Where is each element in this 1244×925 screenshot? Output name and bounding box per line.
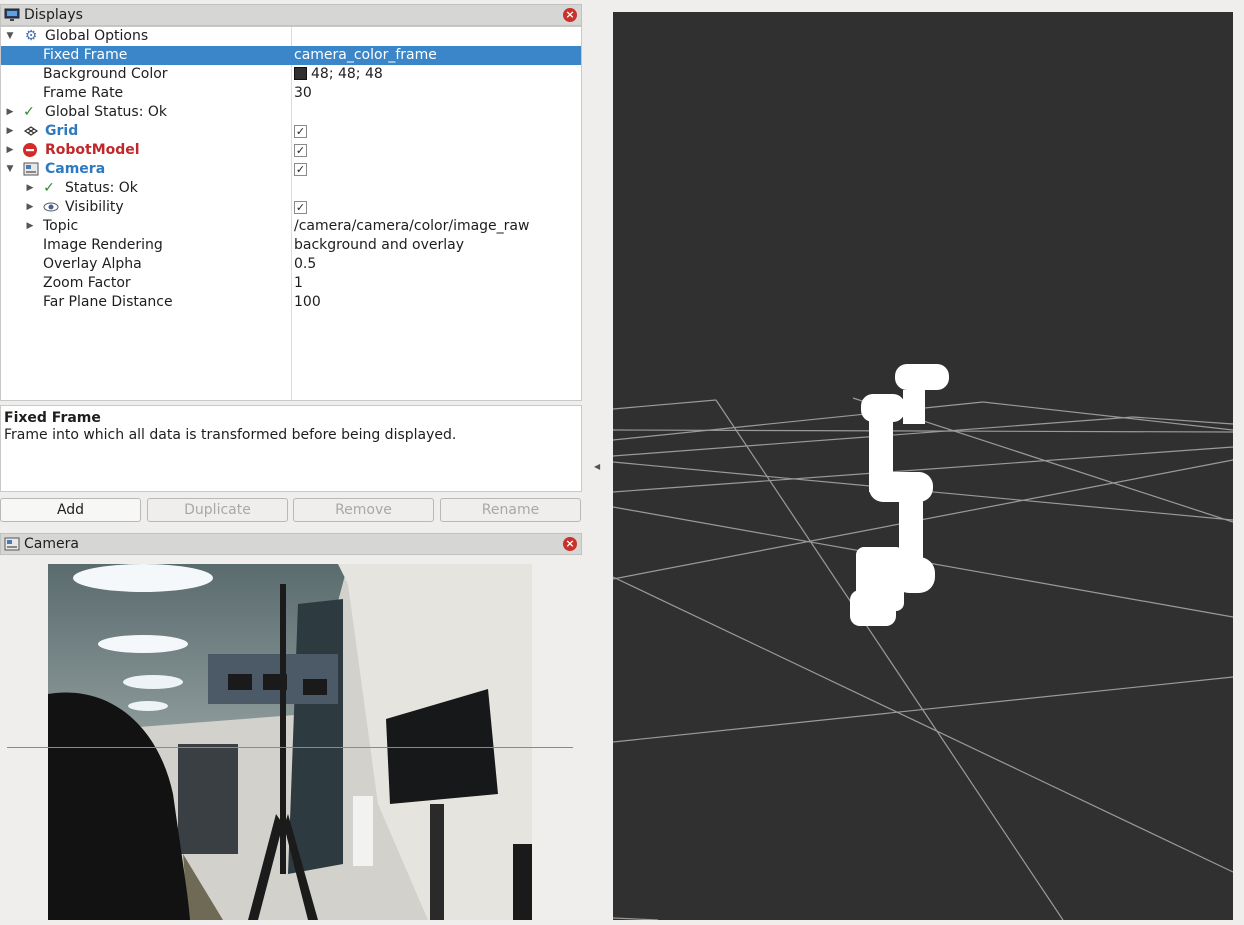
tree-item-label: Global Status: Ok xyxy=(45,104,168,120)
close-icon[interactable]: × xyxy=(563,8,577,22)
monitor-icon xyxy=(4,8,20,21)
tree-item-label: Visibility xyxy=(65,199,124,215)
zoom-factor-value[interactable]: 1 xyxy=(294,274,303,293)
tree-item-image-rendering[interactable]: Image Rendering background and overlay xyxy=(1,236,581,255)
tree-item-fixed-frame[interactable]: Fixed Frame camera_color_frame xyxy=(1,46,581,65)
expand-arrow-icon[interactable]: ▶ xyxy=(25,217,35,236)
tree-item-visibility[interactable]: ▶ Visibility ✓ xyxy=(1,198,581,217)
tree-item-camera[interactable]: ▼ Camera ✓ xyxy=(1,160,581,179)
description-text: Frame into which all data is transformed… xyxy=(4,427,457,443)
fixed-frame-value[interactable]: camera_color_frame xyxy=(294,46,437,65)
tree-item-label: Status: Ok xyxy=(65,180,138,196)
camera-horizon-line xyxy=(7,747,573,748)
overlay-alpha-value[interactable]: 0.5 xyxy=(294,255,316,274)
tree-item-label: Zoom Factor xyxy=(43,275,131,291)
tree-item-label: Global Options xyxy=(45,28,149,44)
tree-item-label: Far Plane Distance xyxy=(43,294,173,310)
error-icon xyxy=(23,143,37,157)
tree-item-label: Frame Rate xyxy=(43,85,124,101)
tree-item-grid[interactable]: ▶ Grid ✓ xyxy=(1,122,581,141)
displays-panel-header: Displays × xyxy=(0,4,582,26)
tree-item-topic[interactable]: ▶ Topic /camera/camera/color/image_raw xyxy=(1,217,581,236)
close-icon[interactable]: × xyxy=(563,537,577,551)
tree-item-far-plane-distance[interactable]: Far Plane Distance 100 xyxy=(1,293,581,312)
color-value-text: 48; 48; 48 xyxy=(311,66,383,82)
visibility-checkbox[interactable]: ✓ xyxy=(294,201,307,214)
camera-view[interactable] xyxy=(0,556,582,925)
tree-item-label: Background Color xyxy=(43,66,168,82)
tree-item-zoom-factor[interactable]: Zoom Factor 1 xyxy=(1,274,581,293)
tree-item-global-options[interactable]: ▼ ⚙ Global Options xyxy=(1,27,581,46)
splitter-collapse-icon[interactable]: ◀ xyxy=(594,462,600,471)
check-icon: ✓ xyxy=(23,104,35,120)
tree-item-frame-rate[interactable]: Frame Rate 30 xyxy=(1,84,581,103)
expand-arrow-icon[interactable]: ▶ xyxy=(5,103,15,122)
expand-arrow-icon[interactable]: ▼ xyxy=(5,160,15,179)
camera-icon xyxy=(23,162,39,176)
displays-panel-title: Displays xyxy=(24,7,83,23)
tree-item-overlay-alpha[interactable]: Overlay Alpha 0.5 xyxy=(1,255,581,274)
expand-arrow-icon[interactable]: ▶ xyxy=(25,179,35,198)
tree-item-label: RobotModel xyxy=(45,142,140,158)
background-color-value[interactable]: 48; 48; 48 xyxy=(294,65,383,84)
expand-arrow-icon[interactable]: ▶ xyxy=(5,122,15,141)
displays-tree: ▼ ⚙ Global Options Fixed Frame camera_co… xyxy=(0,26,582,401)
check-icon: ✓ xyxy=(43,180,55,196)
tree-item-camera-status[interactable]: ▶ ✓ Status: Ok xyxy=(1,179,581,198)
robotmodel-enabled-checkbox[interactable]: ✓ xyxy=(294,144,307,157)
expand-arrow-icon[interactable]: ▶ xyxy=(5,141,15,160)
tree-item-label: Fixed Frame xyxy=(43,47,128,63)
camera-icon xyxy=(4,537,20,551)
expand-arrow-icon[interactable]: ▶ xyxy=(25,198,35,217)
camera-enabled-checkbox[interactable]: ✓ xyxy=(294,163,307,176)
camera-panel-header: Camera × xyxy=(0,533,582,555)
tree-item-robotmodel[interactable]: ▶ RobotModel ✓ xyxy=(1,141,581,160)
tree-item-label: Grid xyxy=(45,123,79,139)
rename-button[interactable]: Rename xyxy=(440,498,581,522)
eye-icon xyxy=(43,202,59,212)
tree-item-label: Overlay Alpha xyxy=(43,256,142,272)
tree-item-background-color[interactable]: Background Color 48; 48; 48 xyxy=(1,65,581,84)
grid-and-robot xyxy=(613,364,1233,920)
grid-icon xyxy=(23,126,39,136)
remove-button[interactable]: Remove xyxy=(293,498,434,522)
camera-panel-title: Camera xyxy=(24,536,79,552)
topic-value[interactable]: /camera/camera/color/image_raw xyxy=(294,217,529,236)
tree-item-label: Topic xyxy=(43,218,79,234)
robot-model xyxy=(850,364,949,626)
expand-arrow-icon[interactable]: ▼ xyxy=(5,27,15,46)
description-title: Fixed Frame xyxy=(4,410,101,426)
property-description: Fixed Frame Frame into which all data is… xyxy=(0,405,582,492)
camera-image xyxy=(48,564,532,920)
tree-item-label: Camera xyxy=(45,161,106,177)
frame-rate-value[interactable]: 30 xyxy=(294,84,312,103)
color-swatch xyxy=(294,67,307,80)
gear-icon: ⚙ xyxy=(24,28,38,44)
image-rendering-value[interactable]: background and overlay xyxy=(294,236,464,255)
duplicate-button[interactable]: Duplicate xyxy=(147,498,288,522)
grid-enabled-checkbox[interactable]: ✓ xyxy=(294,125,307,138)
tree-item-label: Image Rendering xyxy=(43,237,163,253)
far-plane-distance-value[interactable]: 100 xyxy=(294,293,321,312)
add-button[interactable]: Add xyxy=(0,498,141,522)
tree-item-global-status[interactable]: ▶ ✓ Global Status: Ok xyxy=(1,103,581,122)
render-viewport[interactable] xyxy=(613,12,1233,920)
